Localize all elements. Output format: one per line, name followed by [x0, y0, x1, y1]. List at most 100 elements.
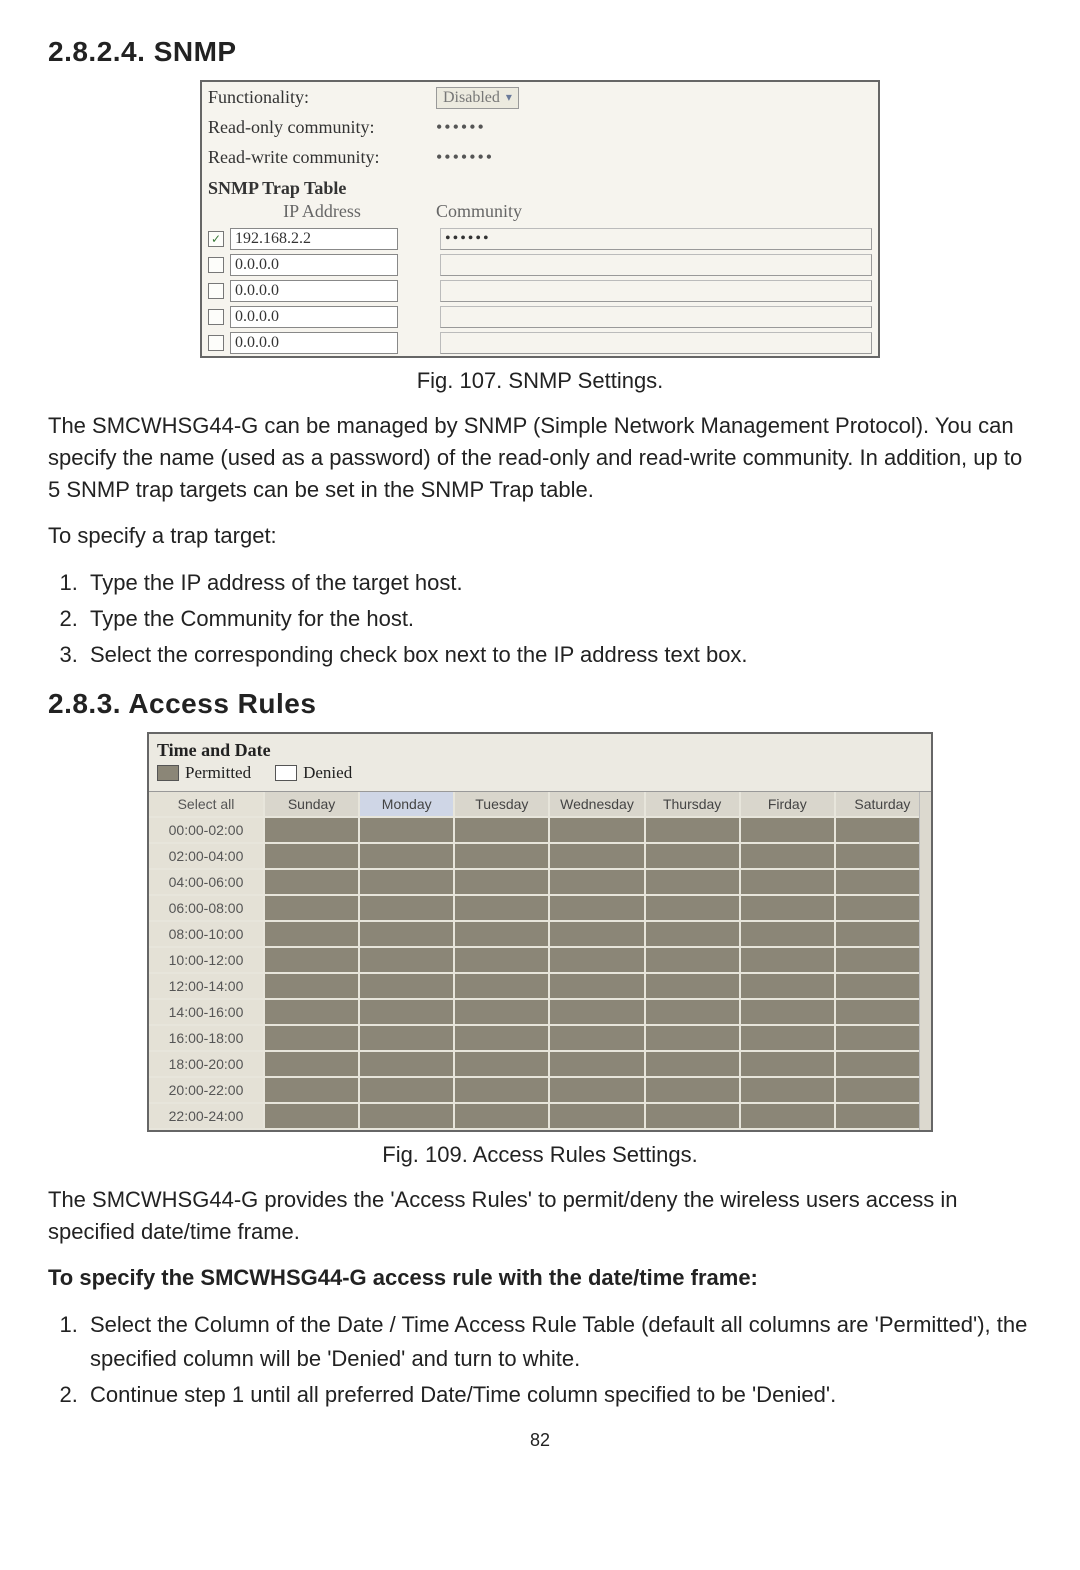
schedule-cell[interactable]	[455, 1000, 550, 1026]
functionality-select[interactable]: Disabled ▾	[436, 87, 519, 109]
day-header[interactable]: Sunday	[265, 792, 360, 818]
schedule-cell[interactable]	[646, 922, 741, 948]
day-header[interactable]: Firday	[741, 792, 836, 818]
schedule-cell[interactable]	[741, 974, 836, 1000]
schedule-cell[interactable]	[360, 922, 455, 948]
schedule-cell[interactable]	[265, 1052, 360, 1078]
schedule-cell[interactable]	[836, 818, 931, 844]
schedule-cell[interactable]	[455, 844, 550, 870]
schedule-cell[interactable]	[550, 974, 645, 1000]
schedule-cell[interactable]	[550, 1104, 645, 1130]
schedule-cell[interactable]	[265, 818, 360, 844]
schedule-cell[interactable]	[360, 1078, 455, 1104]
trap-community-input[interactable]	[440, 332, 872, 354]
schedule-cell[interactable]	[550, 922, 645, 948]
schedule-cell[interactable]	[836, 870, 931, 896]
trap-ip-input[interactable]: 0.0.0.0	[230, 306, 398, 328]
schedule-cell[interactable]	[360, 1052, 455, 1078]
schedule-cell[interactable]	[265, 896, 360, 922]
schedule-cell[interactable]	[646, 1000, 741, 1026]
schedule-cell[interactable]	[265, 974, 360, 1000]
schedule-cell[interactable]	[836, 1052, 931, 1078]
schedule-cell[interactable]	[360, 870, 455, 896]
schedule-cell[interactable]	[741, 1026, 836, 1052]
schedule-cell[interactable]	[265, 844, 360, 870]
schedule-cell[interactable]	[836, 1078, 931, 1104]
schedule-cell[interactable]	[741, 844, 836, 870]
schedule-cell[interactable]	[265, 1104, 360, 1130]
schedule-cell[interactable]	[646, 974, 741, 1000]
day-header[interactable]: Thursday	[646, 792, 741, 818]
schedule-cell[interactable]	[836, 922, 931, 948]
schedule-cell[interactable]	[265, 922, 360, 948]
schedule-cell[interactable]	[455, 922, 550, 948]
schedule-cell[interactable]	[455, 974, 550, 1000]
schedule-cell[interactable]	[836, 844, 931, 870]
schedule-cell[interactable]	[741, 896, 836, 922]
trap-community-input[interactable]: ••••••	[440, 228, 872, 250]
schedule-cell[interactable]	[550, 1000, 645, 1026]
trap-ip-input[interactable]: 0.0.0.0	[230, 254, 398, 276]
schedule-cell[interactable]	[550, 1052, 645, 1078]
schedule-cell[interactable]	[265, 870, 360, 896]
trap-checkbox[interactable]	[208, 335, 224, 351]
schedule-cell[interactable]	[836, 974, 931, 1000]
schedule-cell[interactable]	[836, 948, 931, 974]
schedule-cell[interactable]	[265, 1026, 360, 1052]
trap-checkbox[interactable]	[208, 257, 224, 273]
schedule-cell[interactable]	[360, 844, 455, 870]
schedule-cell[interactable]	[741, 1078, 836, 1104]
day-header[interactable]: Tuesday	[455, 792, 550, 818]
schedule-cell[interactable]	[455, 948, 550, 974]
schedule-cell[interactable]	[646, 896, 741, 922]
schedule-cell[interactable]	[550, 844, 645, 870]
schedule-cell[interactable]	[741, 870, 836, 896]
schedule-cell[interactable]	[550, 870, 645, 896]
schedule-cell[interactable]	[360, 948, 455, 974]
trap-checkbox[interactable]: ✓	[208, 231, 224, 247]
schedule-cell[interactable]	[455, 818, 550, 844]
select-all-button[interactable]: Select all	[149, 792, 265, 818]
schedule-cell[interactable]	[360, 896, 455, 922]
schedule-cell[interactable]	[360, 1026, 455, 1052]
schedule-cell[interactable]	[455, 1078, 550, 1104]
trap-checkbox[interactable]	[208, 283, 224, 299]
schedule-cell[interactable]	[455, 870, 550, 896]
schedule-cell[interactable]	[646, 1104, 741, 1130]
schedule-cell[interactable]	[550, 818, 645, 844]
schedule-cell[interactable]	[836, 896, 931, 922]
scrollbar[interactable]	[919, 792, 931, 1130]
schedule-cell[interactable]	[646, 948, 741, 974]
schedule-cell[interactable]	[360, 1104, 455, 1130]
schedule-cell[interactable]	[265, 1000, 360, 1026]
schedule-cell[interactable]	[550, 948, 645, 974]
schedule-cell[interactable]	[836, 1000, 931, 1026]
schedule-cell[interactable]	[646, 818, 741, 844]
schedule-cell[interactable]	[646, 844, 741, 870]
schedule-cell[interactable]	[741, 1000, 836, 1026]
schedule-cell[interactable]	[836, 1104, 931, 1130]
trap-community-input[interactable]	[440, 280, 872, 302]
schedule-cell[interactable]	[646, 1026, 741, 1052]
schedule-cell[interactable]	[741, 1104, 836, 1130]
trap-ip-input[interactable]: 0.0.0.0	[230, 332, 398, 354]
schedule-cell[interactable]	[646, 870, 741, 896]
trap-ip-input[interactable]: 192.168.2.2	[230, 228, 398, 250]
trap-checkbox[interactable]	[208, 309, 224, 325]
schedule-cell[interactable]	[455, 1104, 550, 1130]
schedule-cell[interactable]	[646, 1052, 741, 1078]
schedule-cell[interactable]	[265, 948, 360, 974]
schedule-cell[interactable]	[360, 818, 455, 844]
schedule-cell[interactable]	[455, 896, 550, 922]
schedule-cell[interactable]	[741, 818, 836, 844]
schedule-cell[interactable]	[836, 1026, 931, 1052]
schedule-cell[interactable]	[550, 896, 645, 922]
trap-ip-input[interactable]: 0.0.0.0	[230, 280, 398, 302]
day-header[interactable]: Saturday	[836, 792, 931, 818]
day-header[interactable]: Wednesday	[550, 792, 645, 818]
schedule-cell[interactable]	[550, 1078, 645, 1104]
schedule-cell[interactable]	[741, 922, 836, 948]
schedule-cell[interactable]	[741, 948, 836, 974]
schedule-cell[interactable]	[360, 1000, 455, 1026]
schedule-cell[interactable]	[455, 1052, 550, 1078]
